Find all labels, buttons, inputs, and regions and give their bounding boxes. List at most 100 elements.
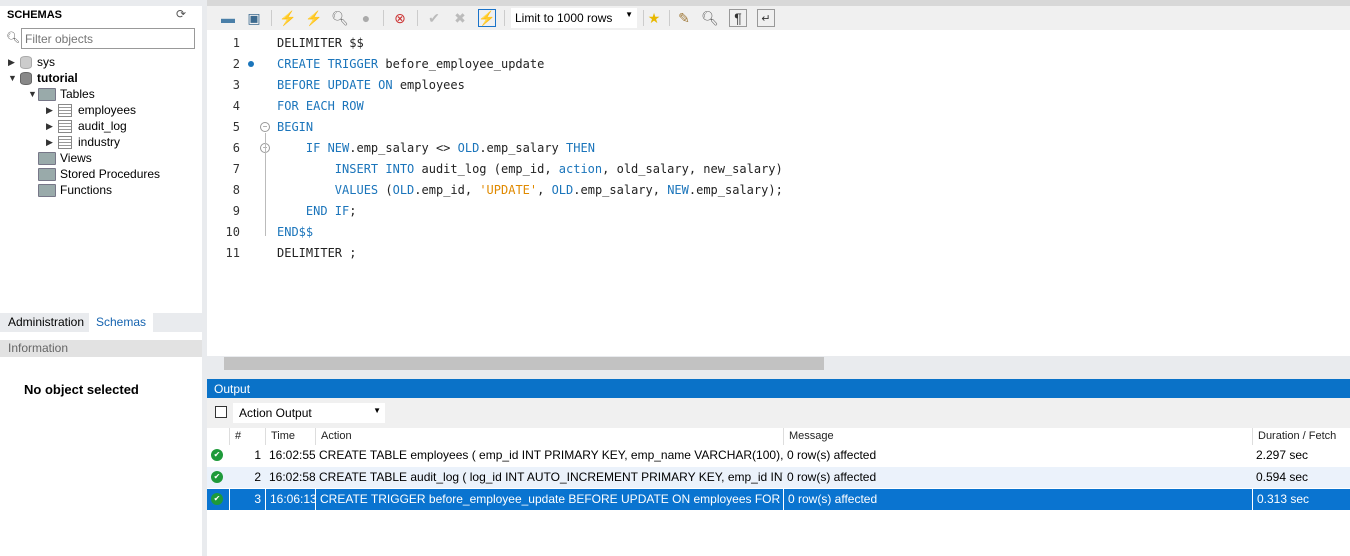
tab-administration[interactable]: Administration xyxy=(1,313,91,332)
beautify-icon[interactable]: ✎ xyxy=(675,9,693,27)
code-line[interactable]: DELIMITER $$ xyxy=(277,36,364,50)
cell-num: 2 xyxy=(254,470,261,484)
table-industry[interactable]: ▶ industry xyxy=(46,134,120,150)
find-icon[interactable]: 🔍︎ xyxy=(701,9,719,27)
sidebar-top-strip xyxy=(0,0,202,6)
sql-text: ( xyxy=(385,183,393,197)
stored-procedures-node[interactable]: Stored Procedures xyxy=(38,166,160,182)
sql-text: , xyxy=(537,183,552,197)
execute-current-icon[interactable]: ⚡ xyxy=(305,9,323,27)
code-line[interactable]: DELIMITER ; xyxy=(277,246,356,260)
output-toolbar: Action Output ▼ xyxy=(207,398,1350,428)
line-number: 4 xyxy=(232,99,240,113)
column-header-number[interactable]: # xyxy=(229,428,265,445)
sql-keyword: CREATE TRIGGER xyxy=(277,57,386,71)
filter-objects-input[interactable] xyxy=(21,28,195,49)
scrollbar-thumb[interactable] xyxy=(224,357,824,370)
sql-string: 'UPDATE' xyxy=(479,183,538,197)
schema-tutorial[interactable]: ▼ tutorial xyxy=(8,70,78,86)
cell-num: 1 xyxy=(254,448,261,462)
code-line[interactable]: END IF; xyxy=(277,204,357,218)
cell-duration: 0.313 sec xyxy=(1252,489,1350,510)
code-line[interactable]: INSERT INTO audit_log (emp_id, action, o… xyxy=(277,162,783,176)
table-icon xyxy=(58,119,72,133)
tables-label: Tables xyxy=(60,87,95,101)
database-icon xyxy=(20,71,32,85)
table-employees[interactable]: ▶ employees xyxy=(46,102,136,118)
code-line[interactable]: VALUES (OLD.emp_id, 'UPDATE', OLD.emp_sa… xyxy=(277,183,783,197)
table-audit-log[interactable]: ▶ audit_log xyxy=(46,118,127,134)
commit-icon[interactable]: ✔ xyxy=(425,9,443,27)
schema-sidebar: SCHEMAS ⟳ 🔍︎ ▶ sys ▼ tutorial ▼ Tables ▶… xyxy=(0,0,202,556)
output-row[interactable]: ✔ 3 16:06:13 CREATE TRIGGER before_employee… xyxy=(207,489,1350,510)
schema-sys[interactable]: ▶ sys xyxy=(8,54,55,70)
expand-arrow-icon[interactable]: ▶ xyxy=(8,57,18,68)
code-line[interactable]: END$$ xyxy=(277,225,313,239)
sql-text: before_employee_update xyxy=(385,57,545,71)
search-icon: 🔍︎ xyxy=(6,32,20,44)
column-header-action[interactable]: Action xyxy=(315,428,783,445)
stop-icon[interactable]: ● xyxy=(357,9,375,27)
execute-icon[interactable]: ⚡ xyxy=(279,9,297,27)
column-header-time[interactable]: Time xyxy=(265,428,315,445)
explain-icon[interactable]: 🔍︎ xyxy=(331,9,349,27)
sql-keyword: FOR EACH ROW xyxy=(277,99,364,113)
sql-text: .emp_salary, xyxy=(573,183,668,197)
expand-arrow-icon[interactable]: ▶ xyxy=(46,137,56,148)
cell-time: 16:02:58 xyxy=(269,470,315,484)
output-mode-value: Action Output xyxy=(239,406,312,420)
table-icon xyxy=(58,135,72,149)
table-name: audit_log xyxy=(78,119,127,133)
line-number: 1 xyxy=(232,36,240,50)
code-line[interactable]: IF NEW.emp_salary <> OLD.emp_salary THEN xyxy=(277,141,595,155)
table-name: employees xyxy=(78,103,137,117)
sql-text: DELIMITER $$ xyxy=(277,36,364,50)
tables-node[interactable]: ▼ Tables xyxy=(28,86,95,102)
sidebar-tabs: Administration Schemas xyxy=(0,313,202,332)
views-node[interactable]: Views xyxy=(38,150,92,166)
functions-node[interactable]: Functions xyxy=(38,182,112,198)
sql-keyword: action xyxy=(558,162,603,176)
column-header-duration[interactable]: Duration / Fetch xyxy=(1252,428,1350,445)
code-line[interactable]: FOR EACH ROW xyxy=(277,99,364,113)
database-icon xyxy=(20,55,32,69)
add-snippet-icon[interactable]: ★ xyxy=(645,9,663,27)
rollback-icon[interactable]: ✖ xyxy=(451,9,469,27)
output-row[interactable]: ✔ 1 16:02:55 CREATE TABLE employees ( emp_i… xyxy=(207,445,1350,466)
word-wrap-icon[interactable]: ↵ xyxy=(757,9,775,27)
cell-duration: 2.297 sec xyxy=(1256,448,1309,462)
table-name: industry xyxy=(78,135,121,149)
autocommit-icon[interactable]: ⚡ xyxy=(478,9,496,27)
cell-time: 16:02:55 xyxy=(269,448,315,462)
procedures-folder-icon xyxy=(38,167,56,181)
cell-message: 0 row(s) affected xyxy=(783,489,1252,510)
refresh-icon[interactable]: ⟳ xyxy=(176,7,186,21)
collapse-arrow-icon[interactable]: ▼ xyxy=(28,89,38,99)
invisible-chars-icon[interactable]: ¶ xyxy=(729,9,747,27)
fold-guide xyxy=(265,133,266,236)
action-output-grid: # Time Action Message Duration / Fetch ✔… xyxy=(207,428,1350,556)
code-line[interactable]: BEGIN xyxy=(277,120,313,134)
column-header-message[interactable]: Message xyxy=(783,428,1252,445)
code-line[interactable]: CREATE TRIGGER before_employee_update xyxy=(277,57,544,71)
expand-arrow-icon[interactable]: ▶ xyxy=(46,105,56,116)
stop-on-error-icon[interactable]: ⊗ xyxy=(391,9,409,27)
tables-folder-icon xyxy=(38,87,56,101)
sql-keyword: VALUES xyxy=(277,183,386,197)
open-folder-icon[interactable]: ▬ xyxy=(219,9,237,27)
copy-icon[interactable] xyxy=(215,406,227,418)
collapse-arrow-icon[interactable]: ▼ xyxy=(8,73,18,83)
expand-arrow-icon[interactable]: ▶ xyxy=(46,121,56,132)
code-line[interactable]: BEFORE UPDATE ON employees xyxy=(277,78,465,92)
sql-keyword: OLD xyxy=(551,183,574,197)
limit-rows-select[interactable]: Limit to 1000 rows ▼ xyxy=(511,8,637,28)
output-row[interactable]: ✔ 2 16:02:58 CREATE TABLE audit_log ( log_i… xyxy=(207,467,1350,488)
functions-label: Functions xyxy=(60,183,113,197)
tab-schemas[interactable]: Schemas xyxy=(89,313,154,332)
statement-marker-icon xyxy=(248,61,254,67)
line-number: 3 xyxy=(232,78,240,92)
sql-editor[interactable]: 1 DELIMITER $$ 2 CREATE TRIGGER before_empl… xyxy=(207,30,1350,356)
fold-toggle-icon[interactable]: − xyxy=(260,122,270,132)
output-mode-select[interactable]: Action Output ▼ xyxy=(233,403,385,423)
save-icon[interactable]: ▣ xyxy=(245,9,263,27)
